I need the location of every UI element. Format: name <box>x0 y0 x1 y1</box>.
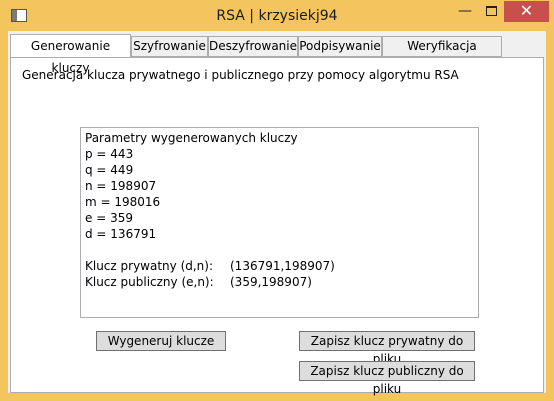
param-d: d = 136791 <box>85 227 157 241</box>
param-e: e = 359 <box>85 211 133 225</box>
param-n: n = 198907 <box>85 179 157 193</box>
param-m: m = 198016 <box>85 195 161 209</box>
param-p: p = 443 <box>85 147 134 161</box>
close-button[interactable]: ✕ <box>504 1 549 22</box>
maximize-icon <box>485 6 497 16</box>
maximize-button[interactable] <box>479 1 503 22</box>
public-key-label: Klucz publiczny (e,n): <box>85 275 214 289</box>
key-output-box[interactable]: Parametry wygenerowanych kluczy p = 443 … <box>80 127 479 318</box>
minimize-button[interactable]: — <box>453 1 477 22</box>
private-key-value: (136791,198907) <box>230 259 335 273</box>
title-bar[interactable]: RSA | krzysiekj94 — ✕ <box>1 1 553 31</box>
tab-weryfikacja-podpisu[interactable]: Weryfikacja podpisu <box>382 36 502 72</box>
param-q: q = 449 <box>85 163 134 177</box>
client-area: Generowanie kluczy Szyfrowanie Deszyfrow… <box>8 31 546 396</box>
tab-podpisywanie[interactable]: Podpisywanie <box>298 36 382 57</box>
save-public-key-button[interactable]: Zapisz klucz publiczny do pliku <box>299 361 475 396</box>
tab-deszyfrowanie[interactable]: Deszyfrowanie <box>208 36 298 57</box>
app-window: RSA | krzysiekj94 — ✕ Generowanie kluczy… <box>0 0 554 401</box>
public-key-value: (359,198907) <box>230 275 312 289</box>
generate-keys-button[interactable]: Wygeneruj klucze <box>96 331 226 351</box>
private-key-label: Klucz prywatny (d,n): <box>85 259 214 273</box>
save-private-key-button[interactable]: Zapisz klucz prywatny do pliku <box>299 331 475 366</box>
tab-panel-generowanie: Generacja klucza prywatnego i publiczneg… <box>10 57 544 396</box>
output-heading: Parametry wygenerowanych kluczy <box>85 131 298 145</box>
tab-szyfrowanie[interactable]: Szyfrowanie <box>131 36 208 57</box>
tab-generowanie-kluczy[interactable]: Generowanie kluczy <box>10 34 131 75</box>
public-key-row: Klucz publiczny (e,n): (359,198907) <box>85 274 474 290</box>
private-key-row: Klucz prywatny (d,n): (136791,198907) <box>85 258 474 274</box>
